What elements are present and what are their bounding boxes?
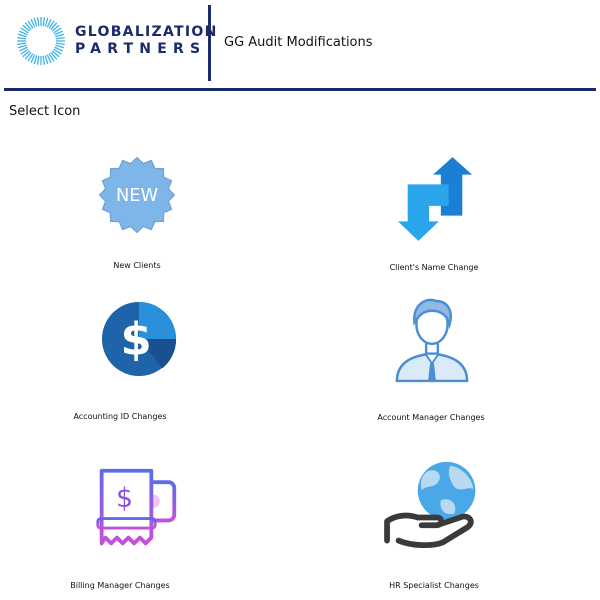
bill-dollar-glyph: $ bbox=[116, 483, 133, 514]
tile-label: Account Manager Changes bbox=[377, 413, 485, 422]
new-badge-text: NEW bbox=[116, 186, 158, 206]
logo-ring-tick bbox=[33, 17, 38, 27]
tile-label: Accounting ID Changes bbox=[73, 412, 167, 421]
logo-ring-tick bbox=[17, 36, 27, 40]
swap-arrows-icon bbox=[397, 157, 473, 241]
tile-accounting-id-changes[interactable]: $ Accounting ID Changes bbox=[0, 300, 240, 425]
tile-label: New Clients bbox=[113, 261, 161, 270]
dollar-glyph: $ bbox=[120, 313, 151, 366]
select-icon-label: Select Icon bbox=[9, 104, 81, 119]
tile-account-manager-changes[interactable]: Account Manager Changes bbox=[311, 295, 551, 425]
tile-label: Billing Manager Changes bbox=[70, 581, 170, 590]
page-title: GG Audit Modifications bbox=[224, 35, 373, 50]
tile-clients-name-change[interactable]: Client's Name Change bbox=[314, 155, 554, 275]
tile-label: HR Specialist Changes bbox=[389, 581, 479, 590]
hand-globe-icon bbox=[384, 461, 476, 548]
globalization-partners-logo-icon bbox=[17, 17, 65, 65]
logo-ring-tick bbox=[33, 55, 38, 65]
logo-ring-tick bbox=[36, 55, 40, 65]
logo-ring-tick bbox=[17, 33, 27, 38]
app-header: GLOBALIZATION PARTNERS GG Audit Modifica… bbox=[0, 0, 600, 88]
tile-hr-specialist-changes[interactable]: HR Specialist Changes bbox=[314, 458, 554, 595]
dollar-coin-icon: $ bbox=[101, 301, 177, 377]
logo-text-line1: GLOBALIZATION bbox=[75, 24, 218, 40]
logo-text-line2: PARTNERS bbox=[75, 41, 207, 57]
new-badge-icon: NEW bbox=[98, 156, 176, 234]
logo-ring-tick bbox=[55, 42, 65, 46]
header-rule bbox=[4, 88, 596, 91]
logo-ring-tick bbox=[42, 55, 46, 65]
person-icon bbox=[395, 298, 469, 383]
logo-ring-tick bbox=[17, 44, 27, 49]
tile-new-clients[interactable]: NEW New Clients bbox=[17, 155, 257, 275]
logo-ring-tick bbox=[44, 17, 49, 27]
logo-ring-tick bbox=[55, 33, 65, 38]
logo-ring-tick bbox=[55, 36, 65, 40]
logo-ring-tick bbox=[42, 17, 46, 27]
logo-ring-tick bbox=[36, 17, 40, 27]
logo-ring-tick bbox=[17, 42, 27, 46]
logo-ring-tick bbox=[44, 55, 49, 65]
tile-billing-manager-changes[interactable]: $ Billing Manager Changes bbox=[0, 465, 240, 595]
header-divider bbox=[208, 5, 211, 81]
logo-ring-tick bbox=[55, 44, 65, 49]
bill-receipt-icon: $ bbox=[96, 468, 177, 546]
tile-label: Client's Name Change bbox=[389, 263, 479, 272]
